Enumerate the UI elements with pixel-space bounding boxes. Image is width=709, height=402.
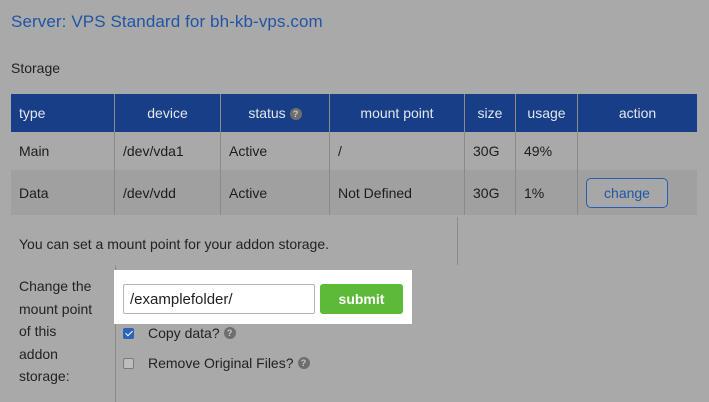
column-header-status-label: status [248, 105, 286, 121]
cell-type: Data [11, 170, 115, 215]
column-header-status: status? [220, 94, 330, 132]
cell-action [578, 132, 698, 170]
column-header-device: device [114, 94, 221, 132]
change-mount-label: Change the mount point of this addon sto… [19, 278, 93, 384]
cell-type: Main [11, 132, 115, 170]
cell-mount-point: / [329, 132, 465, 170]
storage-table: type device status? mount point size usa… [11, 94, 697, 215]
column-header-action: action [577, 94, 697, 132]
table-row: Main /dev/vda1 Active / 30G 49% [11, 132, 697, 170]
column-divider [457, 217, 458, 265]
page-title: Server: VPS Standard for bh-kb-vps.com [11, 12, 323, 31]
remove-files-label: Remove Original Files? [148, 355, 294, 371]
cell-usage: 49% [515, 132, 578, 170]
table-row: Data /dev/vdd Active Not Defined 30G 1% … [11, 170, 697, 215]
submit-button[interactable]: submit [320, 284, 403, 314]
cell-status: Active [220, 170, 330, 215]
cell-usage: 1% [515, 170, 578, 215]
cell-status: Active [220, 132, 330, 170]
table-header-row: type device status? mount point size usa… [11, 94, 697, 132]
mount-info-text: You can set a mount point for your addon… [19, 236, 330, 252]
column-header-usage: usage [515, 94, 578, 132]
copy-data-label: Copy data? [148, 325, 220, 341]
storage-section-label: Storage [11, 60, 61, 76]
mount-point-input[interactable] [123, 284, 315, 314]
question-icon[interactable]: ? [297, 357, 310, 369]
cell-device: /dev/vda1 [114, 132, 221, 170]
cell-action: change [577, 170, 697, 215]
cell-mount-point: Not Defined [329, 170, 465, 215]
copy-data-option: Copy data? ? [123, 325, 236, 341]
cell-size: 30G [464, 170, 516, 215]
question-icon[interactable]: ? [289, 108, 302, 120]
cell-size: 30G [464, 132, 516, 170]
column-header-size: size [464, 94, 516, 132]
column-header-mount-point: mount point [329, 94, 465, 132]
change-button[interactable]: change [586, 177, 668, 208]
copy-data-checkbox[interactable] [123, 327, 134, 339]
remove-files-option: Remove Original Files? ? [123, 355, 310, 371]
column-header-type: type [11, 94, 115, 132]
cell-device: /dev/vdd [114, 170, 221, 215]
remove-files-checkbox[interactable] [123, 357, 134, 369]
question-icon[interactable]: ? [223, 327, 236, 339]
